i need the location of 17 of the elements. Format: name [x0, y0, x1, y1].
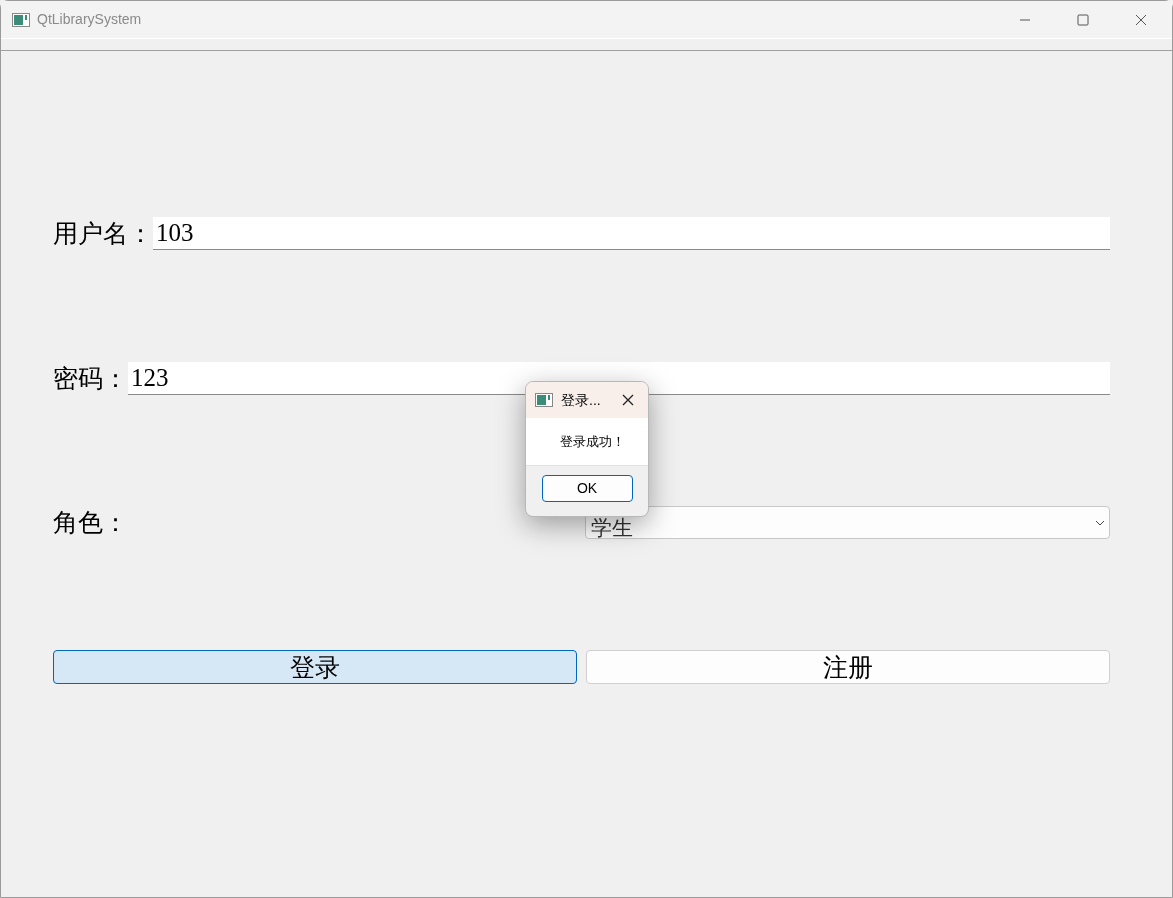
close-icon[interactable] [1135, 13, 1147, 26]
window-title: QtLibrarySystem [37, 10, 142, 29]
app-icon [535, 393, 553, 407]
maximize-icon[interactable] [1077, 13, 1089, 26]
app-icon [12, 12, 30, 27]
chevron-icon [1095, 519, 1105, 526]
dialog-message: 登录成功！ [558, 432, 625, 451]
input-field[interactable]: 103 [153, 217, 1110, 250]
close-icon[interactable] [622, 394, 634, 406]
input-field[interactable]: 123 [128, 362, 1110, 395]
ok-button[interactable]: OK [541, 475, 633, 502]
role-dropdown[interactable]: 学生 [585, 506, 1110, 539]
register-button[interactable]: 注册 [586, 650, 1110, 684]
field-label: 密码： [53, 363, 128, 394]
role-label: 角色： [53, 507, 129, 538]
login-button[interactable]: 登录 [53, 650, 577, 684]
field-label: 用户名： [53, 218, 153, 249]
